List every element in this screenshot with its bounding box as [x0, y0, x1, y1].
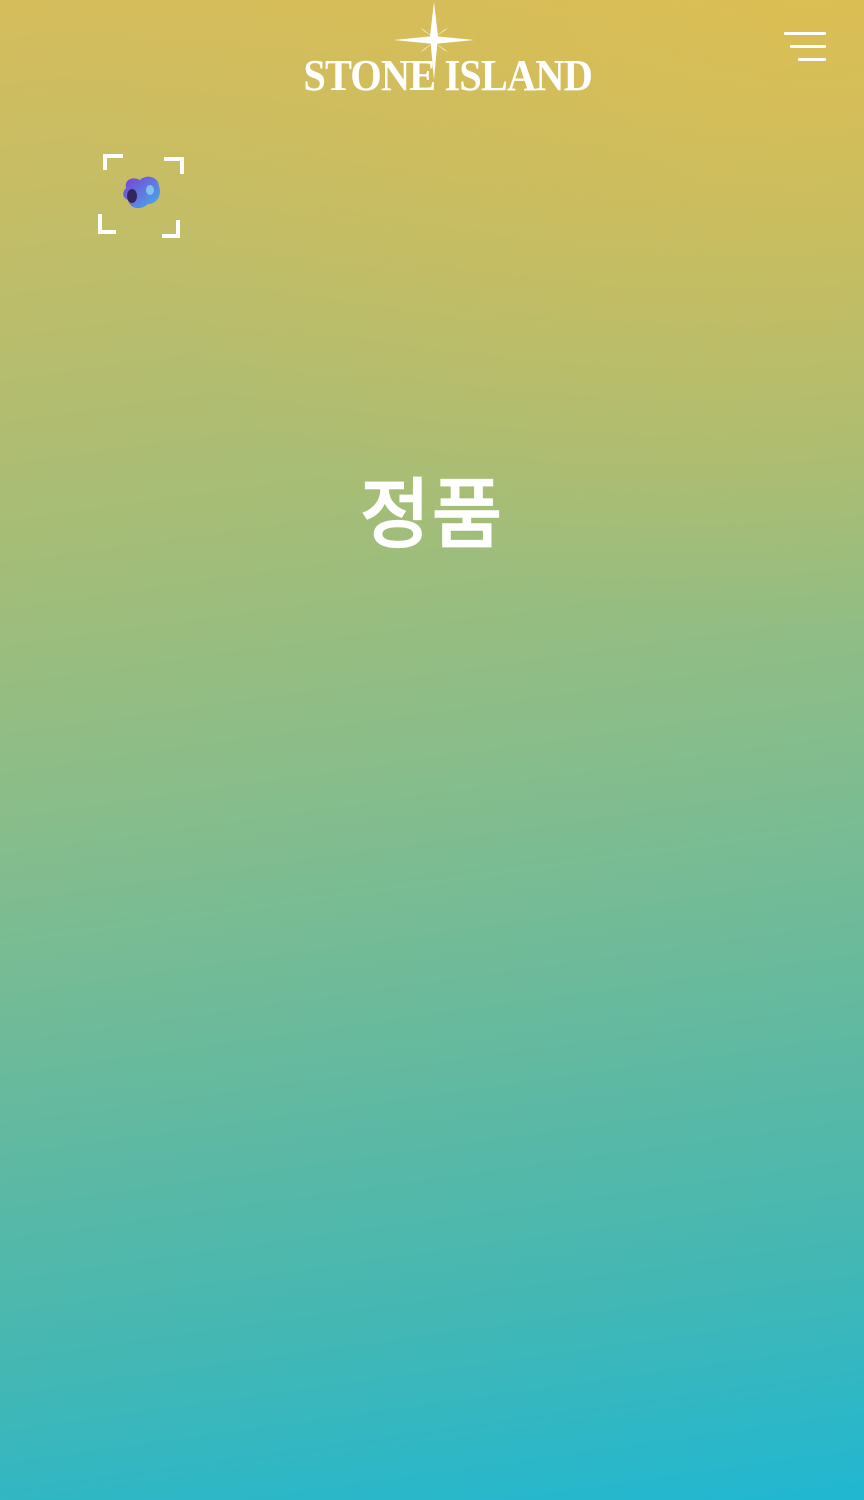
header: STONE ISLAND — [0, 0, 864, 110]
brand-logo[interactable]: STONE ISLAND — [292, 0, 593, 104]
camera-scan-icon — [98, 154, 184, 238]
hamburger-menu-icon[interactable] — [778, 26, 832, 68]
menu-line — [798, 58, 826, 61]
menu-line — [784, 32, 826, 35]
brand-name: STONE ISLAND — [303, 51, 592, 100]
menu-line — [790, 45, 826, 48]
camera-scan-button[interactable] — [96, 150, 188, 242]
hero-title: 정품 — [360, 470, 504, 559]
